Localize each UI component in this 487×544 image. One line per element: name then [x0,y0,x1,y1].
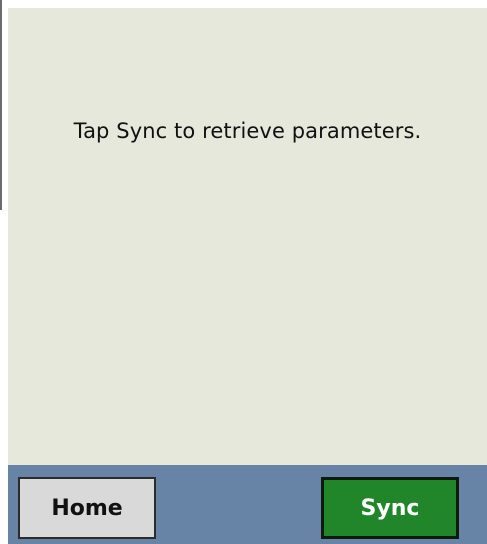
home-button[interactable]: Home [18,477,156,539]
left-edge-divider [0,0,2,210]
content-area: Tap Sync to retrieve parameters. [8,8,487,465]
bottom-action-bar: Home Sync [8,465,487,544]
sync-instruction-text: Tap Sync to retrieve parameters. [73,119,422,143]
screen: Tap Sync to retrieve parameters. Home Sy… [0,0,487,544]
sync-button[interactable]: Sync [321,477,459,539]
